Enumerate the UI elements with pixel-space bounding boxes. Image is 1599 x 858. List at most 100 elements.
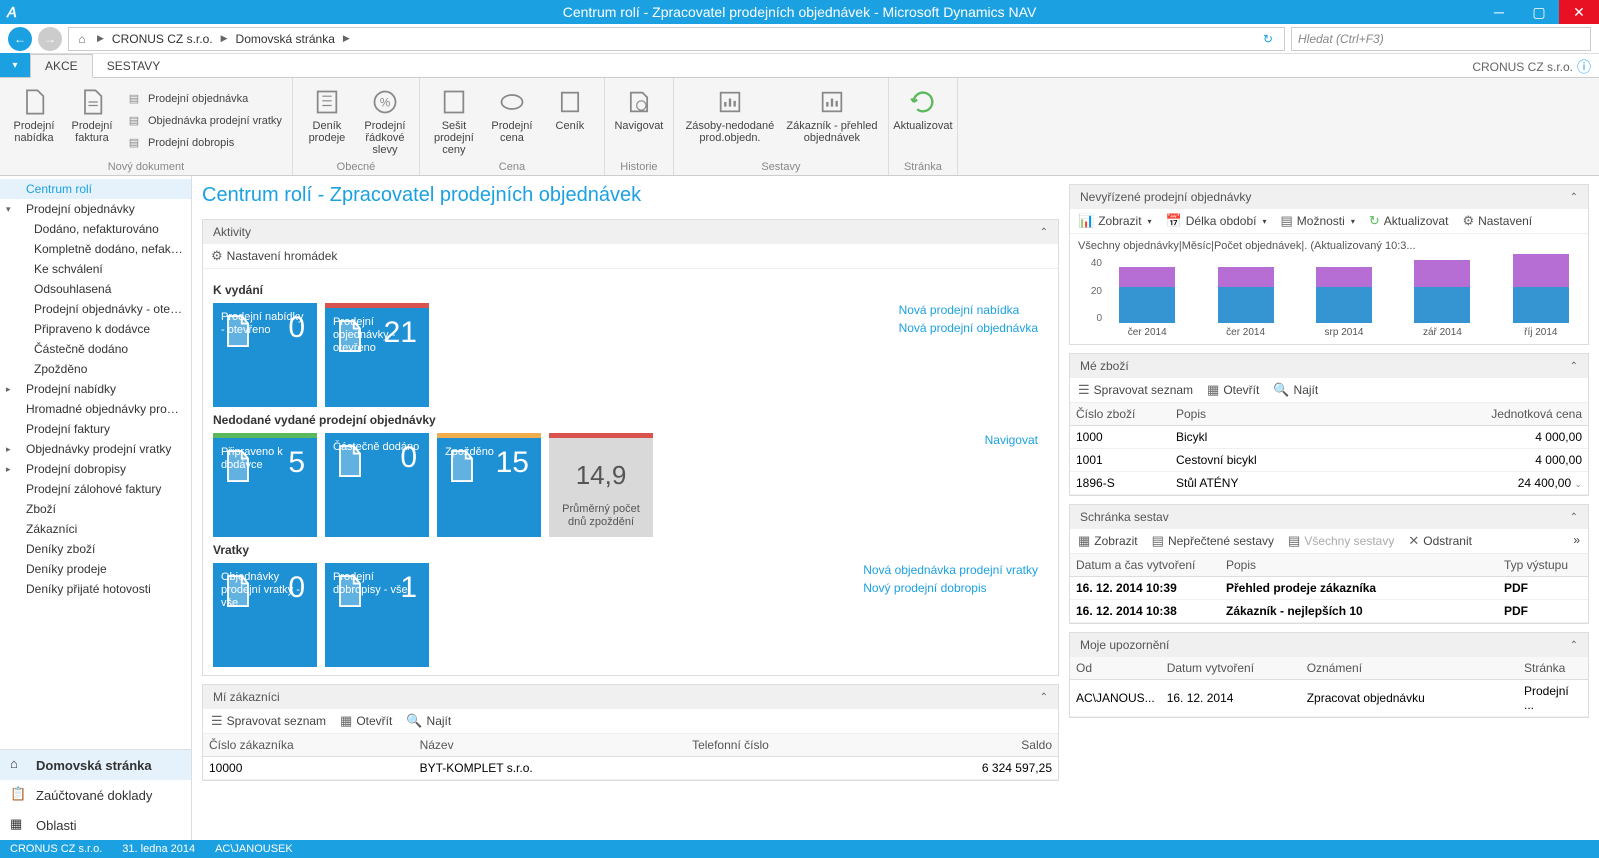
bottom-nav-item[interactable]: ▦Oblasti [0, 810, 191, 840]
navigovat-button[interactable]: Navigovat [611, 82, 667, 159]
otevrit-button[interactable]: ▦Otevřít [1207, 382, 1259, 398]
sidebar-item[interactable]: Zákazníci [0, 519, 191, 539]
col-header[interactable]: Popis [1220, 554, 1498, 577]
tab-sestavy[interactable]: SESTAVY [93, 55, 175, 77]
collapse-icon[interactable]: ⌃ [1040, 692, 1048, 703]
sidebar-item[interactable]: Hromadné objednávky prodeje [0, 399, 191, 419]
spravovat-seznam-button[interactable]: ☰Spravovat seznam [1078, 382, 1193, 398]
action-link[interactable]: Nová prodejní nabídka [899, 303, 1038, 317]
prodejni-faktura-button[interactable]: Prodejní faktura [64, 82, 120, 159]
col-header[interactable]: Od [1070, 657, 1161, 680]
minimize-button[interactable]: ─ [1479, 0, 1519, 24]
table-row[interactable]: 1000Bicykl4 000,00 [1070, 426, 1588, 449]
col-header[interactable]: Stránka [1518, 657, 1588, 680]
prodejni-cena-button[interactable]: Prodejní cena [484, 82, 540, 159]
sidebar-item[interactable]: Objednávky prodejní vratky [0, 439, 191, 459]
cenik-button[interactable]: Ceník [542, 82, 598, 159]
col-header[interactable]: Typ výstupu [1498, 554, 1588, 577]
maximize-button[interactable]: ▢ [1519, 0, 1559, 24]
table-row[interactable]: AC\JANOUS...16. 12. 2014Zpracovat objedn… [1070, 680, 1588, 717]
file-tab[interactable]: ▾ [0, 53, 30, 77]
prodejni-dobropis-button[interactable]: ▤Prodejní dobropis [122, 133, 286, 153]
col-header[interactable]: Číslo zákazníka [203, 734, 414, 757]
col-header[interactable]: Saldo [879, 734, 1058, 757]
nav-forward-button[interactable]: → [38, 27, 62, 51]
najit-button[interactable]: 🔍Najít [1273, 382, 1318, 398]
breadcrumb-item[interactable]: Domovská stránka [236, 32, 335, 46]
sidebar-item[interactable]: Částečně dodáno [0, 339, 191, 359]
sidebar-item[interactable]: Prodejní faktury [0, 419, 191, 439]
sidebar-item[interactable]: Odsouhlasená [0, 279, 191, 299]
table-row[interactable]: 16. 12. 2014 10:39Přehled prodeje zákazn… [1070, 577, 1588, 600]
sidebar-item[interactable]: Prodejní nabídky [0, 379, 191, 399]
sidebar-item[interactable]: Kompletně dodáno, nefaktur... [0, 239, 191, 259]
help-icon[interactable]: ⓘ [1577, 57, 1591, 77]
table-row[interactable]: 1896-SStůl ATÉNY24 400,00 ⌄ [1070, 472, 1588, 495]
breadcrumb[interactable]: ⌂ ▶ CRONUS CZ s.r.o. ▶ Domovská stránka … [68, 27, 1285, 51]
col-header[interactable]: Název [414, 734, 687, 757]
sidebar-item[interactable]: Připraveno k dodávce [0, 319, 191, 339]
sidebar-item[interactable]: Ke schválení [0, 259, 191, 279]
activity-tile[interactable]: 21Prodejní objednávky - otevřeno [325, 303, 429, 407]
sidebar-item[interactable]: Prodejní objednávky [0, 199, 191, 219]
denik-prodeje-button[interactable]: Deník prodeje [299, 82, 355, 159]
sidebar-item[interactable]: Deníky přijaté hotovosti [0, 579, 191, 599]
bottom-nav-item[interactable]: 📋Zaúčtované doklady [0, 780, 191, 810]
sidebar-item[interactable]: Zboží [0, 499, 191, 519]
col-header[interactable]: Jednotková cena [1368, 403, 1588, 426]
sidebar-item[interactable]: Centrum rolí [0, 179, 191, 199]
col-header[interactable]: Datum vytvoření [1161, 657, 1301, 680]
sidebar-item[interactable]: Deníky prodeje [0, 559, 191, 579]
action-link[interactable]: Nový prodejní dobropis [863, 581, 1038, 595]
nastaveni-hromadek-button[interactable]: ⚙Nastavení hromádek [211, 248, 337, 264]
sidebar-item[interactable]: Zpožděno [0, 359, 191, 379]
objednavka-prodejni-vratky-button[interactable]: ▤Objednávka prodejní vratky [122, 111, 286, 131]
col-header[interactable]: Popis [1170, 403, 1368, 426]
otevrit-button[interactable]: ▦Otevřít [340, 713, 392, 729]
zakaznik-prehled-button[interactable]: Zákazník - přehled objednávek [782, 82, 882, 159]
activity-tile[interactable]: 5Připraveno k dodávce [213, 433, 317, 537]
spravovat-seznam-button[interactable]: ☰Spravovat seznam [211, 713, 326, 729]
sidebar-item[interactable]: Dodáno, nefakturováno [0, 219, 191, 239]
activity-tile[interactable]: 15Zpožděno [437, 433, 541, 537]
breadcrumb-item[interactable]: CRONUS CZ s.r.o. [112, 32, 213, 46]
col-header[interactable]: Telefonní číslo [686, 734, 879, 757]
collapse-icon[interactable]: ⌃ [1570, 640, 1578, 651]
collapse-icon[interactable]: ⌃ [1570, 361, 1578, 372]
collapse-icon[interactable]: ⌃ [1040, 227, 1048, 238]
search-input[interactable]: Hledat (Ctrl+F3) [1291, 27, 1591, 51]
prodejni-radkove-slevy-button[interactable]: %Prodejní řádkové slevy [357, 82, 413, 159]
tab-akce[interactable]: AKCE [30, 54, 93, 78]
activity-tile[interactable]: 0Částečně dodáno [325, 433, 429, 537]
bottom-nav-item[interactable]: ⌂Domovská stránka [0, 750, 191, 780]
table-row[interactable]: 1001Cestovní bicykl4 000,00 [1070, 449, 1588, 472]
moznosti-button[interactable]: ▤Možnosti▾ [1280, 213, 1354, 229]
sidebar-item[interactable]: Prodejní dobropisy [0, 459, 191, 479]
collapse-icon[interactable]: ⌃ [1570, 192, 1578, 203]
table-row[interactable]: 16. 12. 2014 10:38Zákazník - nejlepších … [1070, 600, 1588, 623]
sidebar-item[interactable]: Deníky zboží [0, 539, 191, 559]
najit-button[interactable]: 🔍Najít [406, 713, 451, 729]
action-link[interactable]: Navigovat [985, 433, 1038, 447]
nav-back-button[interactable]: ← [8, 27, 32, 51]
zobrazit-button[interactable]: 📊Zobrazit▾ [1078, 213, 1152, 229]
vsechny-button[interactable]: ▤Všechny sestavy [1288, 533, 1394, 549]
sidebar-item[interactable]: Prodejní objednávky - otevř... [0, 299, 191, 319]
action-link[interactable]: Nová objednávka prodejní vratky [863, 563, 1038, 577]
activity-tile[interactable]: 0Prodejní nabídky - otevřeno [213, 303, 317, 407]
col-header[interactable]: Datum a čas vytvoření [1070, 554, 1220, 577]
odstranit-button[interactable]: ✕Odstranit [1408, 533, 1472, 549]
action-link[interactable]: Nová prodejní objednávka [899, 321, 1038, 335]
activity-tile[interactable]: 1Prodejní dobropisy - vše [325, 563, 429, 667]
activity-tile[interactable]: 14,9Průměrný počet dnů zpoždění [549, 433, 653, 537]
col-header[interactable]: Oznámení [1301, 657, 1518, 680]
nastaveni-button[interactable]: ⚙Nastavení [1462, 213, 1532, 229]
close-button[interactable]: ✕ [1559, 0, 1599, 24]
table-row[interactable]: 10000BYT-KOMPLET s.r.o.6 324 597,25 [203, 757, 1058, 780]
aktualizovat-button[interactable]: ↻Aktualizovat [1369, 213, 1449, 229]
activity-tile[interactable]: 0Objednávky prodejní vratky - vše [213, 563, 317, 667]
prodejni-nabidka-button[interactable]: Prodejní nabídka [6, 82, 62, 159]
zobrazit-button[interactable]: ▦Zobrazit [1078, 533, 1138, 549]
prodejni-objednavka-button[interactable]: ▤Prodejní objednávka [122, 89, 286, 109]
aktualizovat-button[interactable]: Aktualizovat [895, 82, 951, 159]
